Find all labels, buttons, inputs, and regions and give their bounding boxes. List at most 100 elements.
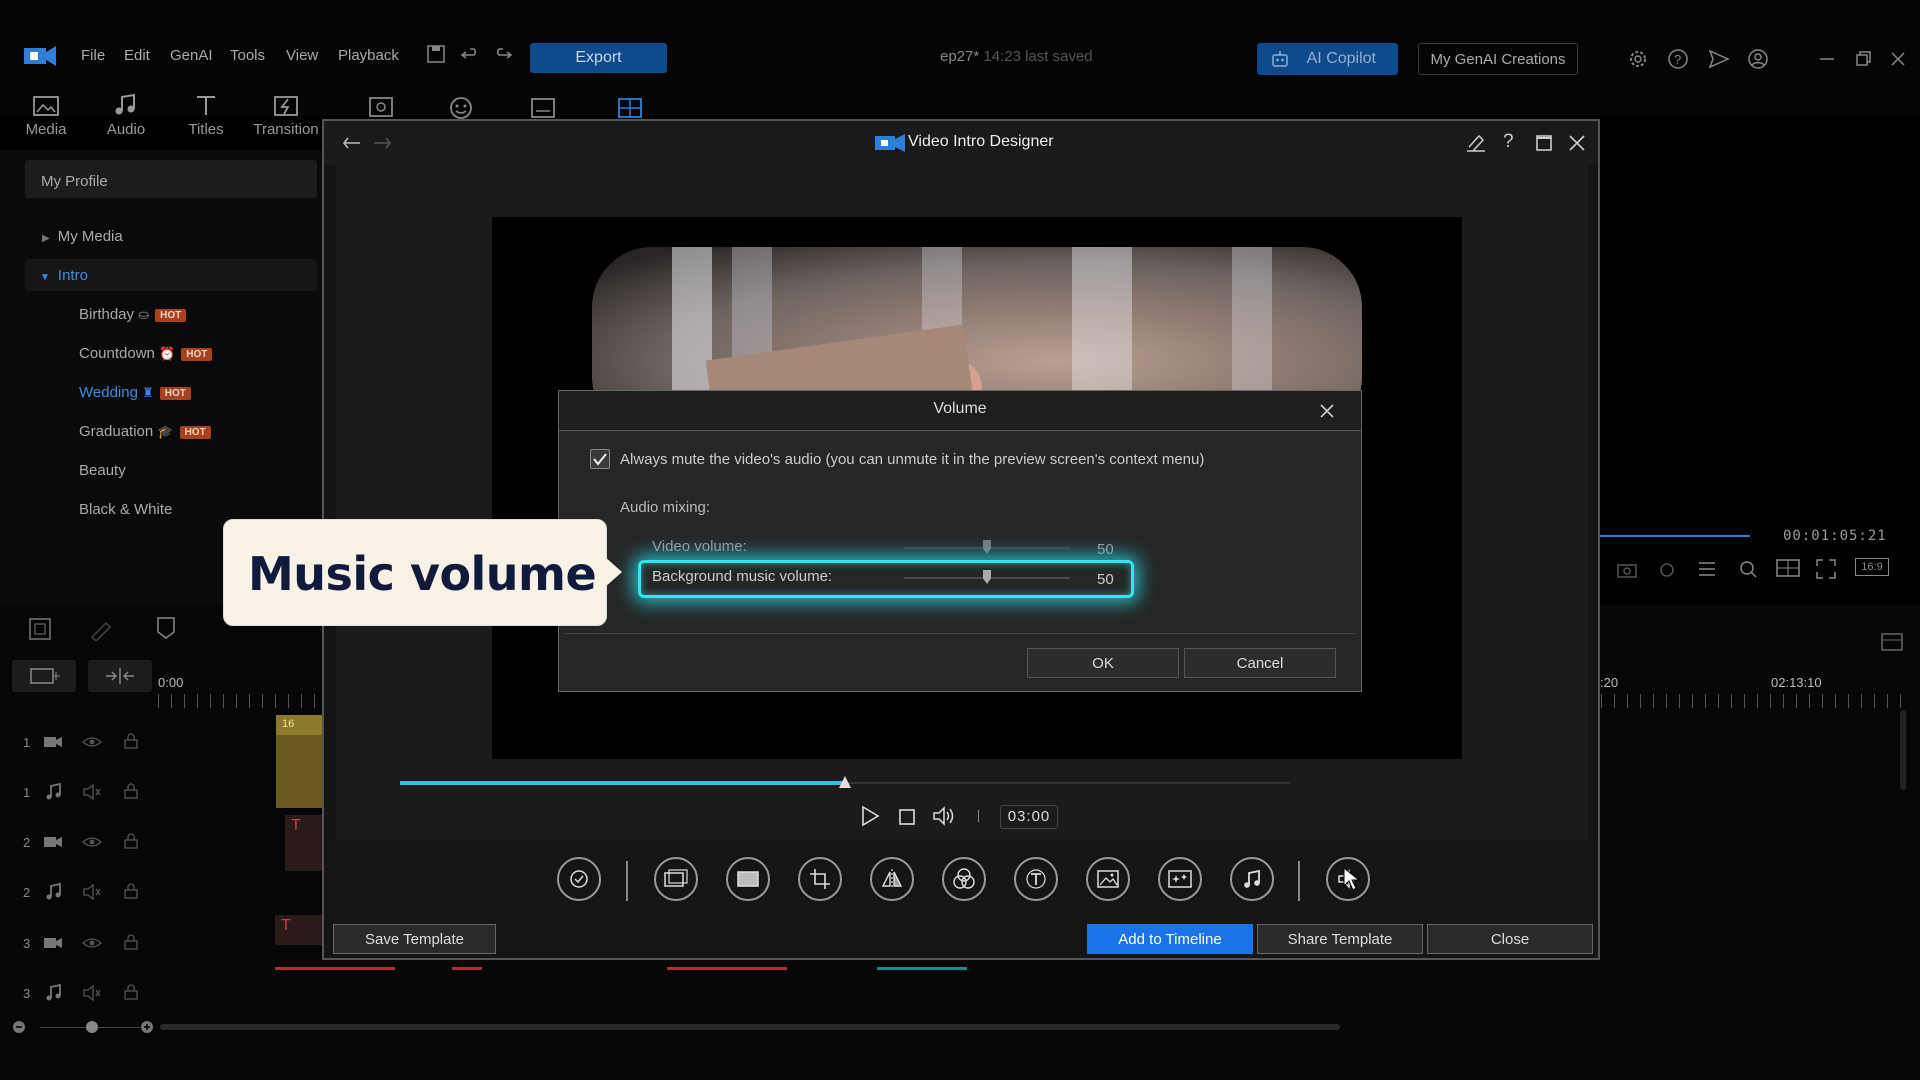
mute-checkbox[interactable] bbox=[590, 449, 610, 469]
timeline-scrollbar[interactable] bbox=[160, 1024, 1340, 1030]
particle-effect-icon[interactable] bbox=[1158, 857, 1202, 901]
my-profile-item[interactable]: My Profile bbox=[25, 160, 317, 198]
lock-icon[interactable] bbox=[124, 783, 138, 799]
duration-icon[interactable] bbox=[557, 857, 601, 901]
play-icon[interactable] bbox=[860, 805, 880, 827]
pen-icon[interactable] bbox=[88, 617, 114, 641]
redo-icon[interactable] bbox=[372, 134, 392, 152]
stop-icon[interactable] bbox=[899, 809, 915, 825]
record-icon[interactable] bbox=[1657, 562, 1677, 578]
lock-icon[interactable] bbox=[124, 984, 138, 1000]
cancel-button[interactable]: Cancel bbox=[1184, 648, 1336, 678]
lock-icon[interactable] bbox=[124, 883, 138, 899]
effects-icon[interactable] bbox=[367, 95, 395, 119]
grid-icon[interactable] bbox=[1776, 558, 1800, 578]
help-icon[interactable]: ? bbox=[1667, 48, 1689, 70]
redo-icon[interactable] bbox=[493, 44, 513, 64]
my-media-item[interactable]: ▶ My Media bbox=[42, 228, 123, 245]
aspect-ratio-button[interactable]: 16:9 bbox=[1855, 558, 1889, 576]
video-volume-thumb[interactable] bbox=[983, 540, 991, 554]
timeline-settings-icon[interactable] bbox=[1880, 631, 1906, 655]
menu-view[interactable]: View bbox=[286, 47, 318, 64]
restore-icon[interactable] bbox=[1854, 50, 1872, 68]
menu-playback[interactable]: Playback bbox=[338, 47, 399, 64]
tab-transition[interactable]: Transition bbox=[251, 93, 321, 138]
close-icon[interactable] bbox=[1567, 133, 1587, 153]
image-icon[interactable] bbox=[1086, 857, 1130, 901]
undo-icon[interactable] bbox=[460, 44, 480, 64]
layout-icon[interactable] bbox=[616, 96, 644, 120]
background-icon[interactable] bbox=[726, 857, 770, 901]
menu-edit[interactable]: Edit bbox=[124, 47, 150, 64]
title-clip-2[interactable]: T bbox=[275, 915, 325, 945]
speaker-icon[interactable] bbox=[82, 884, 102, 900]
zoom-slider-thumb[interactable] bbox=[86, 1021, 98, 1033]
category-beauty[interactable]: Beauty bbox=[79, 462, 126, 479]
category-countdown[interactable]: Countdown ⏰ HOT bbox=[79, 345, 213, 362]
replace-media-icon[interactable] bbox=[654, 857, 698, 901]
category-birthday[interactable]: Birthday ⛀ HOT bbox=[79, 306, 187, 323]
fullscreen-icon[interactable] bbox=[1815, 558, 1837, 580]
eye-icon[interactable] bbox=[82, 936, 102, 950]
help-icon[interactable]: ? bbox=[1503, 131, 1514, 153]
edit-mode-icon[interactable] bbox=[1465, 133, 1487, 153]
my-genai-creations-button[interactable]: My GenAI Creations bbox=[1418, 43, 1578, 75]
lock-icon[interactable] bbox=[124, 733, 138, 749]
music-icon[interactable] bbox=[1230, 857, 1274, 901]
designer-logo-icon bbox=[874, 133, 906, 153]
flip-icon[interactable] bbox=[870, 857, 914, 901]
timeline-tool-icon[interactable] bbox=[28, 617, 52, 641]
lock-icon[interactable] bbox=[124, 934, 138, 950]
split-icon[interactable] bbox=[88, 660, 152, 692]
snapshot-icon[interactable] bbox=[1617, 562, 1637, 578]
category-wedding[interactable]: Wedding ♜ HOT bbox=[79, 384, 191, 401]
speaker-icon[interactable] bbox=[82, 985, 102, 1001]
menu-tools[interactable]: Tools bbox=[230, 47, 265, 64]
minimize-icon[interactable] bbox=[1818, 50, 1836, 68]
undo-icon[interactable] bbox=[342, 134, 362, 152]
zoom-in-icon[interactable] bbox=[140, 1020, 154, 1034]
designer-seekbar-thumb[interactable] bbox=[838, 775, 852, 789]
save-icon[interactable] bbox=[426, 44, 446, 64]
close-app-icon[interactable] bbox=[1889, 50, 1907, 68]
alarm-clock-icon: ⏰ bbox=[159, 346, 176, 361]
speaker-icon[interactable] bbox=[82, 784, 102, 800]
lock-icon[interactable] bbox=[124, 833, 138, 849]
list-icon[interactable] bbox=[1697, 560, 1717, 578]
close-icon[interactable] bbox=[1318, 402, 1336, 420]
menu-genai[interactable]: GenAI bbox=[170, 47, 213, 64]
category-black-white[interactable]: Black & White bbox=[79, 501, 172, 518]
category-graduation[interactable]: Graduation 🎓 HOT bbox=[79, 423, 211, 440]
title-clip[interactable]: T bbox=[285, 815, 325, 871]
account-icon[interactable] bbox=[1747, 48, 1769, 70]
color-blend-icon[interactable] bbox=[942, 857, 986, 901]
eye-icon[interactable] bbox=[82, 835, 102, 849]
zoom-out-icon[interactable] bbox=[12, 1020, 26, 1034]
gear-icon[interactable] bbox=[1627, 48, 1649, 70]
volume-icon[interactable] bbox=[932, 806, 956, 826]
eye-icon[interactable] bbox=[82, 735, 102, 749]
maximize-icon[interactable] bbox=[1534, 133, 1554, 153]
sticker-icon[interactable] bbox=[448, 95, 474, 121]
add-to-timeline-button[interactable]: Add to Timeline bbox=[1087, 924, 1253, 954]
add-track-button[interactable] bbox=[12, 660, 76, 692]
tab-media[interactable]: Media bbox=[11, 93, 81, 138]
video-clip[interactable]: 16 bbox=[276, 715, 326, 808]
crop-icon[interactable] bbox=[798, 857, 842, 901]
save-template-button[interactable]: Save Template bbox=[333, 924, 496, 954]
ok-button[interactable]: OK bbox=[1027, 648, 1179, 678]
export-button[interactable]: Export bbox=[530, 43, 667, 73]
intro-item[interactable]: ▼ Intro bbox=[40, 267, 88, 284]
ai-copilot-button[interactable]: AI Copilot bbox=[1257, 43, 1398, 75]
subtitle-icon[interactable] bbox=[529, 96, 557, 120]
tab-titles[interactable]: Titles bbox=[171, 93, 241, 138]
title-icon[interactable] bbox=[1014, 857, 1058, 901]
feedback-icon[interactable] bbox=[1707, 48, 1731, 70]
share-template-button[interactable]: Share Template bbox=[1257, 924, 1423, 954]
tab-audio[interactable]: Audio bbox=[91, 93, 161, 138]
menu-file[interactable]: File bbox=[81, 47, 105, 64]
marker-icon[interactable] bbox=[155, 616, 177, 640]
vertical-scrollbar[interactable] bbox=[1900, 710, 1906, 790]
zoom-fit-icon[interactable] bbox=[1737, 558, 1759, 580]
close-button[interactable]: Close bbox=[1427, 924, 1593, 954]
